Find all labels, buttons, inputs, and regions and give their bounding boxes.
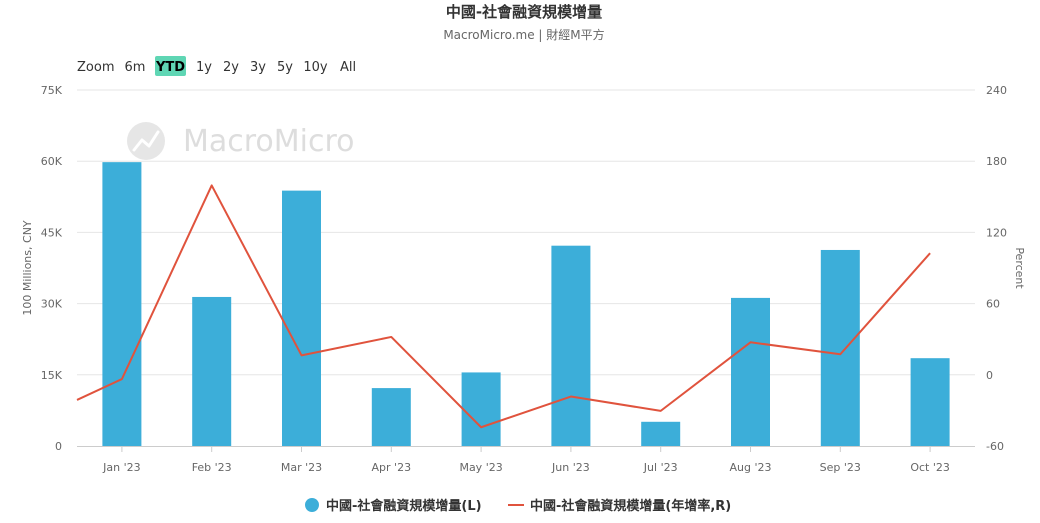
zoom-button-10y[interactable]: 10y [303,56,328,76]
y2-tick-label: 120 [986,226,1007,239]
y-tick-label: 15K [41,369,63,382]
y2-tick-label: -60 [986,440,1004,453]
x-axis: Jan '23 Feb '23 Mar '23 Apr '23 May '23 Jun '… [102,446,950,474]
y2-tick-label: 240 [986,84,1007,97]
legend-item-line[interactable]: 中國-社會融資規模增量(年增率,R) [508,498,731,514]
chart-title: 中國-社會融資規模增量 [446,3,602,21]
y-tick-label: 30K [41,298,63,311]
bar[interactable] [461,372,501,446]
y2-tick-label: 180 [986,155,1007,168]
x-tick-label: May '23 [459,461,502,474]
y-tick-label: 75K [41,84,63,97]
y-tick-label: 0 [55,440,62,453]
y-tick-label: 60K [41,155,63,168]
chart-subtitle: MacroMicro.me | 財經M平方 [443,27,604,42]
zoom-button-label: 1y [196,60,212,75]
x-tick-label: Jan '23 [102,461,140,474]
x-tick-label: Feb '23 [192,461,232,474]
zoom-button-label: 6m [125,60,146,75]
x-tick-label: Jun '23 [551,461,590,474]
zoom-button-2y[interactable]: 2y [222,56,240,76]
legend-bar-marker [305,498,319,512]
x-tick-label: Jul '23 [643,461,678,474]
bar[interactable] [910,358,950,446]
zoom-buttons: 6m YTD 1y 2y 3y 5y 10y All [124,56,359,76]
bar[interactable] [102,162,142,446]
x-tick-label: Oct '23 [910,461,950,474]
legend-item-bar[interactable]: 中國-社會融資規模增量(L) [305,498,482,514]
x-tick-label: Aug '23 [730,461,772,474]
y-tick-label: 45K [41,226,63,239]
zoom-button-ytd[interactable]: YTD [155,56,186,76]
zoom-button-5y[interactable]: 5y [276,56,294,76]
legend-bar-label: 中國-社會融資規模增量(L) [326,498,482,514]
y2-tick-label: 60 [986,298,1000,311]
y2-tick-label: 0 [986,369,993,382]
x-tick-label: Apr '23 [372,461,412,474]
zoom-label: Zoom [77,60,114,75]
chart: 中國-社會融資規模增量 MacroMicro.me | 財經M平方 Zoom 6… [21,3,1026,514]
bar[interactable] [282,190,321,446]
x-tick-label: Sep '23 [820,461,861,474]
zoom-button-label: 2y [223,60,239,75]
legend: 中國-社會融資規模增量(L) 中國-社會融資規模增量(年增率,R) [305,498,731,514]
y-axis-left: 0 15K 30K 45K 60K 75K [41,84,63,453]
watermark-text: MacroMicro [183,124,355,159]
zoom-button-label: All [340,60,356,75]
bar[interactable] [192,296,232,446]
zoom-button-3y[interactable]: 3y [249,56,267,76]
x-tick-label: Mar '23 [281,461,322,474]
zoom-button-6m[interactable]: 6m [124,56,146,76]
macromicro-logo-icon [127,122,165,160]
legend-line-label: 中國-社會融資規模增量(年增率,R) [530,498,731,514]
watermark: MacroMicro [127,122,355,160]
zoom-button-label: 5y [277,60,293,75]
bar[interactable] [371,388,411,446]
zoom-button-1y[interactable]: 1y [195,56,213,76]
zoom-button-label: YTD [155,60,185,75]
bar[interactable] [641,421,681,446]
y-axis-left-title: 100 Millions, CNY [21,220,34,316]
bar[interactable] [820,249,860,446]
zoom-button-label: 10y [303,60,328,75]
y-axis-right: -60 0 60 120 180 240 [986,84,1007,453]
zoom-button-label: 3y [250,60,266,75]
bar[interactable] [731,297,770,446]
zoom-button-all[interactable]: All [337,56,359,76]
y-axis-right-title: Percent [1013,247,1026,289]
bar[interactable] [551,245,591,446]
